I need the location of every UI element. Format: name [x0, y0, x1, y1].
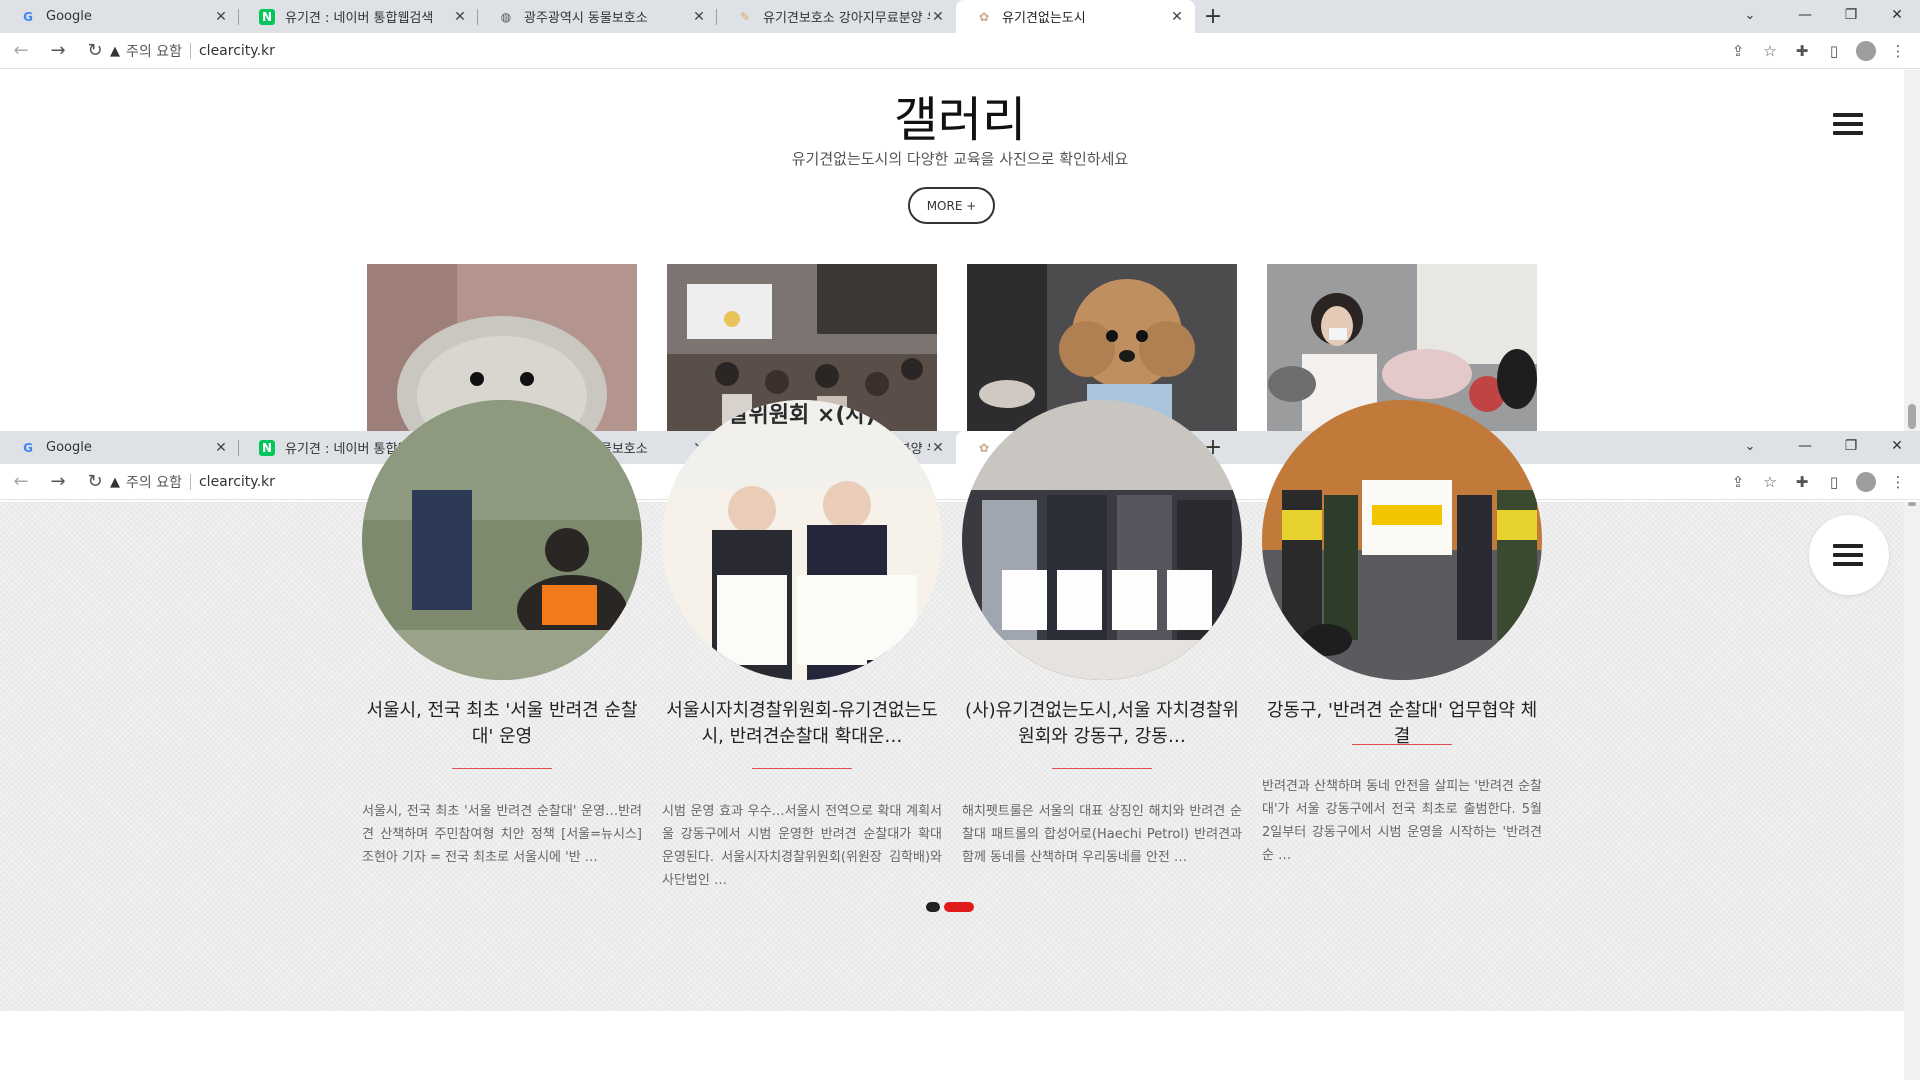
- more-menu-icon[interactable]: ⋮: [1886, 468, 1910, 496]
- slider-pagination: [926, 902, 974, 912]
- share-icon[interactable]: ⇪: [1726, 37, 1750, 65]
- url-text[interactable]: clearcity.kr: [199, 43, 275, 59]
- naver-favicon-icon: N: [259, 439, 275, 456]
- warning-icon[interactable]: ▲: [110, 475, 120, 490]
- tab-naver[interactable]: N 유기견 : 네이버 통합웹검색 ✕: [239, 0, 478, 33]
- clearcity-favicon-icon: ✿: [978, 440, 990, 455]
- clearcity-favicon-icon: ✿: [978, 9, 990, 24]
- paw-favicon-icon: ✎: [739, 9, 751, 24]
- tab-strip: G Google ✕ N 유기견 : 네이버 통합웹검색 ✕ ◍ 광주광역시 동…: [0, 431, 1920, 464]
- extensions-puzzle-icon[interactable]: ✚: [1790, 468, 1814, 496]
- close-window-icon[interactable]: ✕: [1874, 0, 1920, 30]
- google-favicon-icon: G: [23, 440, 33, 455]
- news-image-official-ceremony[interactable]: [962, 400, 1242, 680]
- hamburger-menu-icon[interactable]: [1833, 544, 1863, 566]
- address-bar[interactable]: ▲ 주의 요함 clearcity.kr: [110, 37, 1850, 65]
- side-panel-icon[interactable]: ▯: [1822, 468, 1846, 496]
- url-text[interactable]: clearcity.kr: [199, 474, 275, 490]
- news-divider-2: [752, 768, 852, 769]
- minimize-icon[interactable]: —: [1782, 0, 1828, 30]
- news-image-patrol-dog[interactable]: [362, 400, 642, 680]
- gallery-title: 갤러리: [893, 92, 1027, 148]
- security-label[interactable]: 주의 요함: [126, 472, 182, 492]
- tab-title: 유기견 : 네이버 통합웹검색: [285, 11, 434, 26]
- tab-title: 광주광역시 동물보호소: [524, 11, 648, 26]
- naver-favicon-icon: N: [259, 8, 275, 25]
- back-arrow-icon[interactable]: ←: [5, 35, 37, 67]
- news-excerpt-4: 반려견과 산책하며 동네 안전을 살피는 '반려견 순찰대'가 서울 강동구에서…: [1262, 779, 1542, 863]
- news-excerpt-1: 서울시, 전국 최초 '서울 반려견 순찰대' 운영…반려견 산책하며 주민참여…: [362, 804, 642, 865]
- tab-gwangju[interactable]: ◍ 광주광역시 동물보호소 ✕: [478, 0, 717, 33]
- more-menu-icon[interactable]: ⋮: [1886, 37, 1910, 65]
- news-image-partnership-banner[interactable]: [1262, 400, 1542, 680]
- tab-google[interactable]: G Google ✕: [0, 0, 239, 33]
- back-arrow-icon[interactable]: ←: [5, 466, 37, 498]
- bookmark-star-icon[interactable]: ☆: [1758, 37, 1782, 65]
- tab-adoption[interactable]: ✎ 유기견보호소 강아지무료분양 유 ✕: [717, 0, 956, 33]
- bookmark-star-icon[interactable]: ☆: [1758, 468, 1782, 496]
- toolbar: ← → ↻ ▲ 주의 요함 clearcity.kr ⇪ ☆ ✚ ▯ ⋮: [0, 33, 1920, 69]
- forward-arrow-icon[interactable]: →: [42, 35, 74, 67]
- close-tab-icon[interactable]: ✕: [691, 9, 707, 25]
- close-tab-icon[interactable]: ✕: [930, 9, 946, 25]
- globe-favicon-icon: ◍: [500, 9, 512, 24]
- close-tab-icon[interactable]: ✕: [930, 440, 946, 456]
- tab-clearcity[interactable]: ✿ 유기견없는도시 ✕: [956, 0, 1195, 33]
- close-window-icon[interactable]: ✕: [1874, 431, 1920, 461]
- news-image-agreement-signing[interactable]: 자치경찰위원회 ×(사)유기견: [662, 400, 942, 680]
- slider-dot-2-active[interactable]: [944, 902, 974, 912]
- tab-search-chevron-icon[interactable]: ⌄: [1730, 431, 1770, 461]
- close-tab-icon[interactable]: ✕: [1169, 9, 1185, 25]
- side-panel-icon[interactable]: ▯: [1822, 37, 1846, 65]
- browser-window-top: G Google ✕ N 유기견 : 네이버 통합웹검색 ✕ ◍ 광주광역시 동…: [0, 0, 1920, 431]
- forward-arrow-icon[interactable]: →: [42, 466, 74, 498]
- tab-search-chevron-icon[interactable]: ⌄: [1730, 0, 1770, 30]
- minimize-icon[interactable]: —: [1782, 431, 1828, 461]
- share-icon[interactable]: ⇪: [1726, 468, 1750, 496]
- news-section-background: [0, 502, 1920, 1011]
- reload-icon[interactable]: ↻: [79, 35, 111, 67]
- close-tab-icon[interactable]: ✕: [452, 9, 468, 25]
- new-tab-button[interactable]: +: [1195, 0, 1231, 33]
- google-favicon-icon: G: [23, 9, 33, 24]
- gallery-subtitle: 유기견없는도시의 다양한 교육을 사진으로 확인하세요: [791, 150, 1129, 168]
- news-excerpt-3: 해치펫트룰은 서울의 대표 상징인 해치와 반려견 순찰대 패트롤의 합성어로(…: [962, 804, 1242, 865]
- restore-icon[interactable]: ❐: [1828, 431, 1874, 461]
- tab-title: Google: [46, 440, 92, 455]
- page-scrollbar[interactable]: [1904, 502, 1920, 1080]
- news-title-1[interactable]: 서울시, 전국 최초 '서울 반려견 순찰대' 운영: [362, 698, 642, 750]
- tab-google[interactable]: G Google ✕: [0, 431, 239, 464]
- news-divider-1: [452, 768, 552, 769]
- hamburger-menu-icon[interactable]: [1833, 113, 1863, 135]
- news-title-3[interactable]: (사)유기견없는도시,서울 자치경찰위원회와 강동구, 강동…: [962, 698, 1242, 750]
- news-divider-3: [1052, 768, 1152, 769]
- news-title-2[interactable]: 서울시자치경찰위원회-유기견없는도시, 반려견순찰대 확대운…: [662, 698, 942, 750]
- extensions-puzzle-icon[interactable]: ✚: [1790, 37, 1814, 65]
- slider-dot-1[interactable]: [926, 902, 940, 912]
- news-title-4[interactable]: 강동구, '반려견 순찰대' 업무협약 체결: [1262, 698, 1542, 750]
- tab-title: 유기견없는도시: [1002, 11, 1086, 26]
- news-divider-4: [1352, 744, 1452, 745]
- news-excerpt-2: 시범 운영 효과 우수…서울시 전역으로 확대 계획서울 강동구에서 시범 운영…: [662, 804, 942, 888]
- close-tab-icon[interactable]: ✕: [213, 440, 229, 456]
- gallery-more-button[interactable]: MORE +: [908, 187, 995, 224]
- profile-avatar-icon[interactable]: [1854, 37, 1878, 65]
- toolbar: ← → ↻ ▲ 주의 요함 clearcity.kr ⇪ ☆ ✚ ▯ ⋮: [0, 464, 1920, 500]
- profile-avatar-icon[interactable]: [1854, 468, 1878, 496]
- security-label[interactable]: 주의 요함: [126, 41, 182, 61]
- restore-icon[interactable]: ❐: [1828, 0, 1874, 30]
- tab-title: 유기견보호소 강아지무료분양 유: [763, 11, 930, 26]
- tab-title: Google: [46, 9, 92, 24]
- tab-strip: G Google ✕ N 유기견 : 네이버 통합웹검색 ✕ ◍ 광주광역시 동…: [0, 0, 1920, 33]
- warning-icon[interactable]: ▲: [110, 44, 120, 59]
- close-tab-icon[interactable]: ✕: [213, 9, 229, 25]
- reload-icon[interactable]: ↻: [79, 466, 111, 498]
